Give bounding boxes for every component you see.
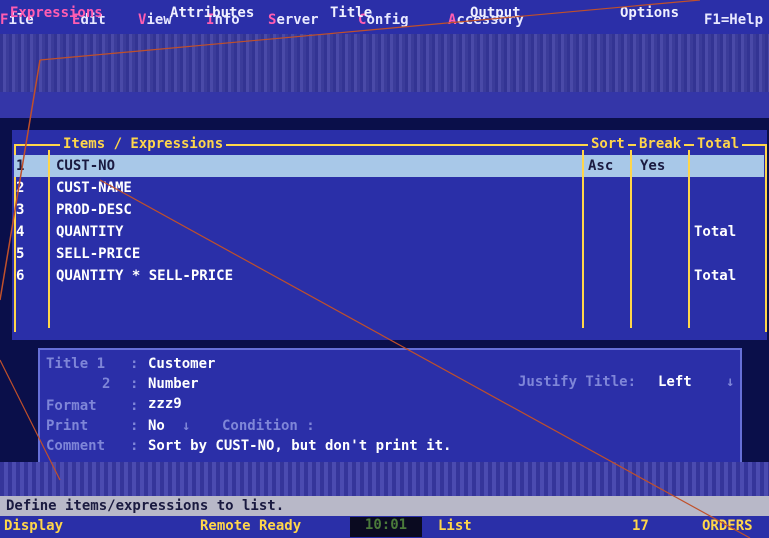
header-total: Total (694, 136, 743, 152)
status-view: List (438, 518, 472, 534)
tab-attributes[interactable]: Attributes (170, 5, 254, 21)
header-break: Break (636, 136, 685, 152)
dropdown-arrow-icon[interactable]: ↓ (182, 418, 190, 434)
row-number: 1 (16, 158, 25, 174)
status-mode: Display (4, 518, 64, 534)
help-hint[interactable]: F1=Help (704, 12, 763, 28)
table-row[interactable]: PROD-DESC (56, 202, 132, 218)
print-field[interactable]: No (148, 418, 165, 434)
tab-title[interactable]: Title (330, 5, 372, 21)
format-label: Format (46, 398, 97, 414)
dropdown-arrow-icon[interactable]: ↓ (726, 374, 734, 390)
justify-title-label: Justify Title: (518, 374, 637, 390)
justify-title-field[interactable]: Left (658, 374, 692, 390)
table-row[interactable]: SELL-PRICE (56, 246, 140, 262)
title2-field[interactable]: Number (148, 376, 199, 392)
comment-label: Comment (46, 438, 106, 454)
row-number: 4 (16, 224, 25, 240)
total-cell[interactable]: Total (694, 224, 736, 240)
tab-options[interactable]: Options (620, 5, 679, 21)
status-remote: Remote Ready (200, 518, 302, 534)
colon: : (130, 376, 139, 392)
table-row[interactable]: CUST-NO (56, 158, 115, 174)
condition-label: Condition : (222, 418, 315, 434)
menu-server[interactable]: Server (268, 12, 319, 28)
print-label: Print (46, 418, 89, 434)
screen-noise-band (0, 462, 769, 496)
table-row[interactable]: QUANTITY (56, 224, 123, 240)
row-number: 2 (16, 180, 25, 196)
status-table: ORDERS (702, 518, 753, 534)
table-row[interactable]: QUANTITY * SELL-PRICE (56, 268, 233, 284)
comment-field[interactable]: Sort by CUST-NO, but don't print it. (148, 438, 451, 454)
column-divider (582, 150, 584, 328)
colon: : (130, 398, 139, 414)
row-number: 6 (16, 268, 25, 284)
colon: : (130, 438, 139, 454)
tab-expressions[interactable]: Expressions (10, 5, 103, 21)
column-divider (630, 150, 632, 328)
screen-noise-band (0, 34, 769, 92)
status-count: 17 (632, 518, 649, 534)
column-divider (48, 150, 50, 328)
tab-bar (0, 92, 769, 118)
table-row[interactable]: CUST-NAME (56, 180, 132, 196)
format-field[interactable]: zzz9 (148, 396, 182, 412)
header-items-expressions: Items / Expressions (60, 136, 227, 152)
menu-view[interactable]: View (138, 12, 172, 28)
title1-field[interactable]: Customer (148, 356, 215, 372)
sort-cell[interactable]: Asc (588, 158, 613, 174)
message-text: Define items/expressions to list. (6, 498, 285, 514)
header-sort: Sort (588, 136, 628, 152)
break-cell[interactable]: Yes (640, 158, 665, 174)
colon: : (130, 356, 139, 372)
tab-output[interactable]: Output (470, 5, 521, 21)
row-number: 5 (16, 246, 25, 262)
column-divider (688, 150, 690, 328)
title2-label: 2 (102, 376, 111, 392)
status-clock: 10:01 (350, 517, 422, 537)
colon: : (130, 418, 139, 434)
total-cell[interactable]: Total (694, 268, 736, 284)
title1-label: Title 1 (46, 356, 106, 372)
row-number: 3 (16, 202, 25, 218)
